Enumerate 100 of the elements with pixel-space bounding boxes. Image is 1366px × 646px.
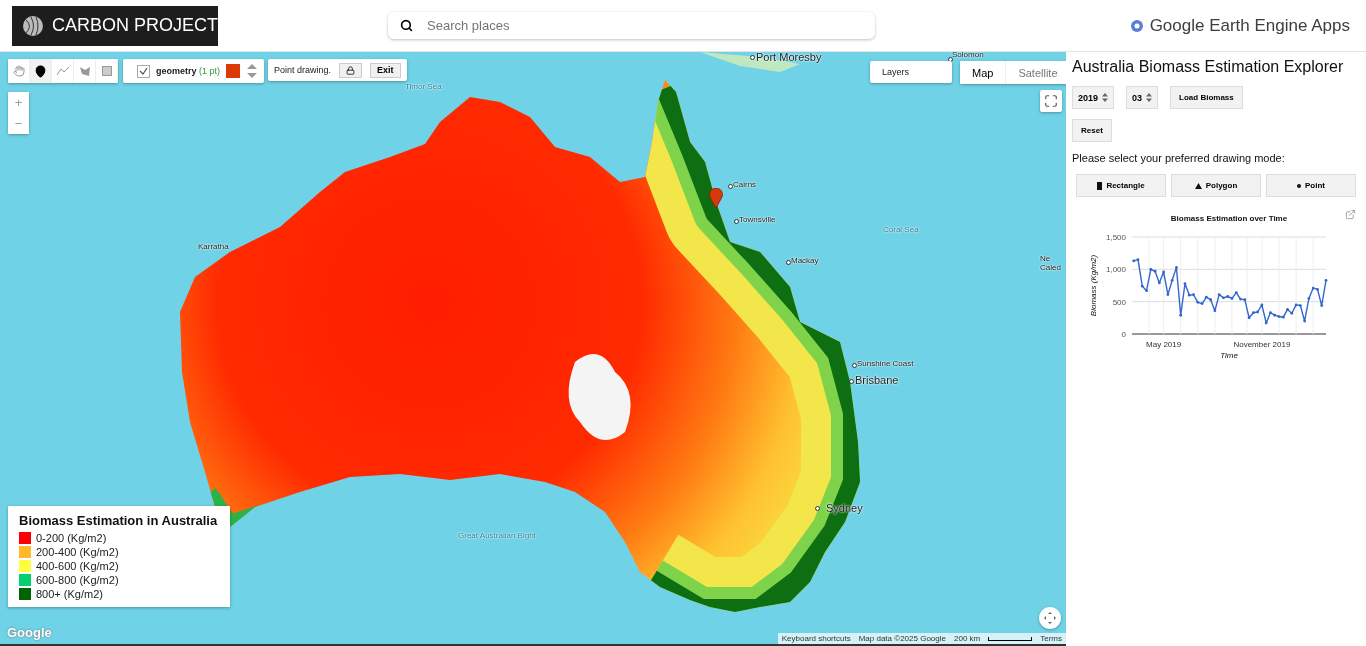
- y-tick-label: 1,000: [1105, 265, 1126, 275]
- check-icon: [139, 67, 148, 75]
- place-dot-icon: [786, 260, 791, 265]
- dot-icon: [1297, 183, 1301, 188]
- place-label: Timor Sea: [405, 82, 442, 91]
- map-marker-icon: [709, 188, 723, 208]
- y-tick-label: 1,500: [1105, 233, 1126, 242]
- open-external-icon[interactable]: [1345, 209, 1356, 220]
- search-input[interactable]: Search places: [425, 17, 863, 34]
- legend-label: 0-200 (Kg/m2): [36, 532, 107, 544]
- lock-icon: [346, 65, 356, 75]
- data-point: [1170, 278, 1174, 282]
- move-arrows-icon: [1044, 612, 1056, 624]
- layer-color-swatch[interactable]: [226, 64, 241, 78]
- panel-title: Australia Biomass Estimation Explorer: [1072, 58, 1345, 76]
- place-label: Coral Sea: [883, 225, 919, 234]
- instruction-text: Please select your preferred drawing mode:: [1072, 152, 1286, 164]
- place-dot-icon: [728, 184, 733, 189]
- place-label: Brisbane: [855, 374, 899, 386]
- place-label: Cairns: [733, 180, 757, 189]
- drawing-status: Point drawing.: [274, 65, 332, 75]
- logo[interactable]: CARBON PROJECT: [12, 5, 218, 46]
- legend-title: Biomass Estimation in Australia: [19, 513, 219, 528]
- place-dot-icon: [849, 379, 854, 384]
- brand-title: Google Earth Engine Apps: [1149, 15, 1350, 36]
- y-tick-label: 500: [1112, 297, 1126, 307]
- legend-label: 800+ (Kg/m2): [36, 588, 103, 600]
- layer-name: geometry (1 pt): [156, 66, 221, 76]
- draw-tool-button[interactable]: [30, 59, 52, 83]
- drawing-mode-button[interactable]: Point: [1266, 174, 1356, 197]
- place-dot-icon: [815, 506, 820, 511]
- y-axis-title: Biomass (Kg/m2): [1089, 254, 1098, 317]
- exit-button[interactable]: Exit: [370, 62, 401, 78]
- map-type-tab[interactable]: Map: [960, 61, 1007, 84]
- place-dot-icon: [734, 219, 739, 224]
- data-point: [1183, 282, 1187, 285]
- data-point: [1166, 293, 1170, 296]
- place-label: Port Moresby: [756, 52, 822, 63]
- camera-control-button[interactable]: [1039, 607, 1061, 629]
- search-field[interactable]: Search places: [388, 12, 875, 39]
- logo-text: CARBON PROJECT: [51, 15, 218, 36]
- x-tick-label: May 2019: [1146, 340, 1182, 349]
- data-point: [1175, 266, 1178, 269]
- spinner-icon: [1102, 93, 1109, 102]
- year-select[interactable]: 2019: [1072, 86, 1115, 109]
- drawing-mode-button[interactable]: Rectangle: [1076, 174, 1166, 197]
- attribution-text[interactable]: Keyboard shortcuts: [781, 634, 851, 643]
- layer-checkbox[interactable]: [137, 64, 150, 78]
- data-point: [1264, 321, 1268, 325]
- scale-bar: [988, 636, 1033, 641]
- data-point: [1162, 270, 1165, 274]
- place-label: Townsville: [739, 215, 776, 224]
- spinner-icon: [1146, 93, 1153, 102]
- legend-label: 200-400 (Kg/m2): [36, 546, 119, 558]
- reset-button[interactable]: Reset: [1072, 119, 1112, 142]
- data-point: [1260, 303, 1264, 307]
- polygon-icon: [78, 65, 91, 77]
- map-pin-icon: [34, 64, 47, 78]
- fullscreen-button[interactable]: [1040, 90, 1062, 112]
- data-point: [1213, 309, 1217, 313]
- layers-button[interactable]: Layers: [870, 61, 952, 83]
- x-axis-title: Time: [1220, 351, 1238, 360]
- place-label: Solomon: [952, 52, 984, 59]
- drawing-mode-button[interactable]: Polygon: [1171, 174, 1261, 197]
- place-label: Ne Caled: [1040, 254, 1062, 272]
- triangle-icon: [1194, 182, 1202, 189]
- square-icon: [101, 66, 112, 76]
- scale-label: 200 km: [954, 634, 981, 643]
- month-select[interactable]: 03: [1126, 86, 1159, 109]
- place-dot-icon: [852, 363, 857, 368]
- x-tick-label: November 2019: [1233, 340, 1291, 349]
- attribution-text: Map data ©2025 Google: [858, 634, 946, 643]
- data-point: [1303, 319, 1307, 323]
- y-tick-label: 0: [1121, 330, 1126, 339]
- line-icon: [55, 66, 70, 76]
- fullscreen-icon: [1044, 94, 1058, 108]
- terms-link[interactable]: Terms: [1040, 634, 1062, 643]
- data-point: [1234, 291, 1238, 294]
- legend-label: 600-800 (Kg/m2): [36, 574, 119, 586]
- lock-button[interactable]: [339, 62, 363, 78]
- hand-icon: [12, 65, 25, 77]
- data-point: [1320, 304, 1324, 307]
- search-icon: [400, 19, 413, 32]
- data-point: [1307, 297, 1311, 300]
- load-biomass-button[interactable]: Load Biomass: [1170, 86, 1243, 109]
- legend-label: 400-600 (Kg/m2): [36, 560, 119, 572]
- place-label: Karratha: [198, 242, 229, 251]
- place-label: Great Australian Bight: [458, 531, 536, 540]
- globe-icon: [22, 14, 44, 37]
- reorder-icon[interactable]: [246, 63, 259, 79]
- place-label: Sunshine Coast: [857, 359, 914, 368]
- rectangle-icon: [1097, 181, 1103, 190]
- map-logo: Google: [7, 625, 52, 640]
- data-point: [1324, 278, 1328, 282]
- data-point: [1179, 313, 1183, 317]
- map-type-tab[interactable]: Satellite: [1006, 61, 1066, 84]
- chart-title: Biomass Estimation over Time: [1170, 214, 1288, 223]
- place-label: Mackay: [791, 256, 819, 265]
- place-dot-icon: [750, 55, 755, 60]
- data-point: [1157, 281, 1161, 285]
